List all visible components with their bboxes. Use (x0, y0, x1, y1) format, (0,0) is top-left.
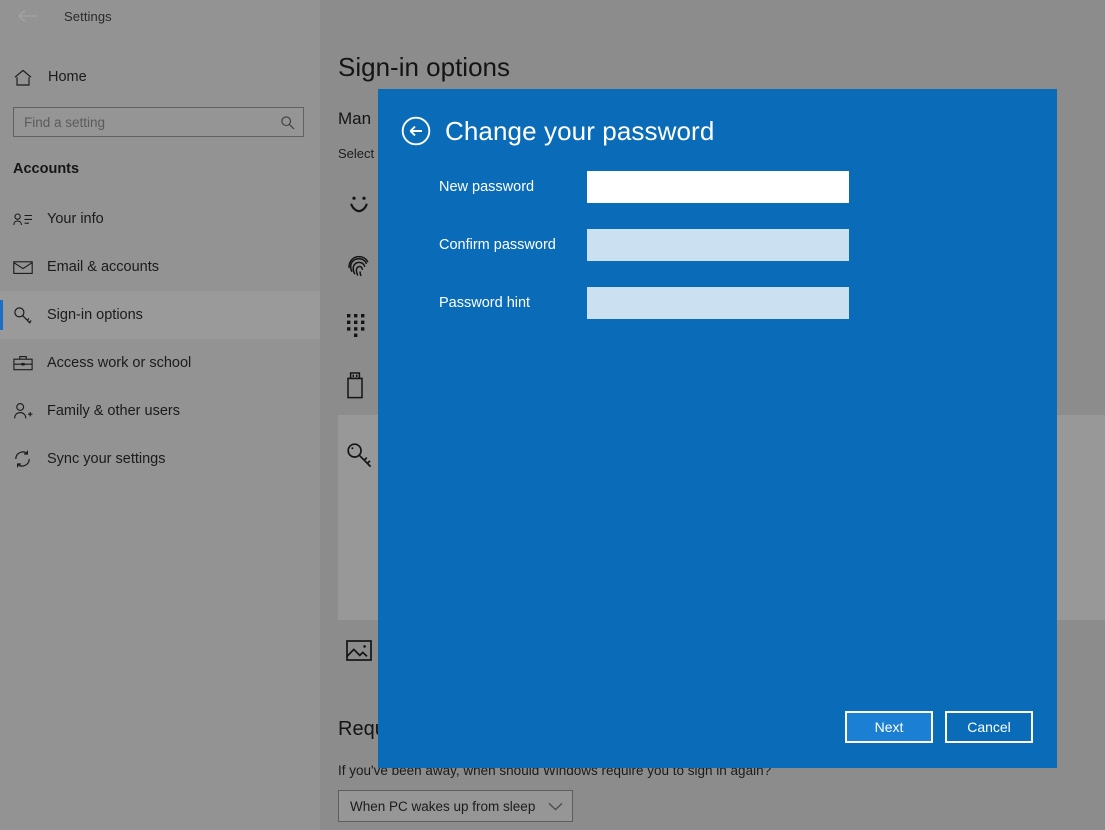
briefcase-icon (13, 355, 47, 371)
dialog-body: New password Confirm password Password h… (378, 147, 1057, 711)
password-hint-input[interactable] (587, 287, 849, 319)
settings-app: Settings Home Find a setting Accounts Yo… (0, 0, 1105, 830)
dialog-header: Change your password (378, 89, 1057, 147)
search-input[interactable] (24, 114, 280, 130)
confirm-password-row: Confirm password (378, 229, 1057, 261)
sidebar-item-home[interactable]: Home (0, 57, 320, 97)
sidebar-item-label: Your info (47, 211, 104, 227)
sidebar-item-label: Email & accounts (47, 259, 160, 275)
dialog-footer: Next Cancel (378, 711, 1057, 768)
sidebar-item-your-info[interactable]: Your info (0, 195, 320, 243)
password-hint-row: Password hint (378, 287, 1057, 319)
window-title: Settings (64, 8, 112, 24)
person-add-icon (13, 402, 47, 420)
contact-card-icon (13, 212, 47, 227)
search-icon (280, 115, 295, 130)
sidebar-item-sign-in-options[interactable]: Sign-in options (0, 291, 320, 339)
require-sign-in-dropdown[interactable]: When PC wakes up from sleep (338, 790, 573, 822)
next-button[interactable]: Next (845, 711, 933, 743)
chevron-down-icon (548, 802, 563, 811)
new-password-label: New password (439, 179, 535, 195)
envelope-icon (13, 260, 47, 275)
home-icon (14, 69, 44, 86)
key-icon (13, 306, 47, 325)
page-title: Sign-in options (338, 52, 510, 82)
sidebar-item-family-other-users[interactable]: Family & other users (0, 387, 320, 435)
sidebar-item-label: Sign-in options (47, 307, 143, 323)
navigation-pane: Settings Home Find a setting Accounts Yo… (0, 0, 320, 830)
sync-icon (13, 450, 47, 468)
sidebar-item-label: Family & other users (47, 403, 180, 419)
sidebar-item-email-accounts[interactable]: Email & accounts (0, 243, 320, 291)
change-password-dialog: Change your password New password Confir… (378, 89, 1057, 768)
sidebar-nav-list: Your info Email & accounts Sign-in optio… (0, 195, 320, 483)
confirm-password-label: Confirm password (439, 237, 556, 253)
sidebar-item-label: Access work or school (47, 355, 192, 371)
sidebar-item-access-work-school[interactable]: Access work or school (0, 339, 320, 387)
sidebar-item-sync-your-settings[interactable]: Sync your settings (0, 435, 320, 483)
new-password-row: New password (378, 171, 1057, 203)
title-bar: Settings (0, 0, 320, 32)
cancel-button[interactable]: Cancel (945, 711, 1033, 743)
back-arrow-icon[interactable] (8, 1, 48, 31)
confirm-password-input[interactable] (587, 229, 849, 261)
dropdown-selected-value: When PC wakes up from sleep (350, 798, 536, 814)
sidebar-section-title: Accounts (13, 161, 80, 177)
sidebar-item-label: Sync your settings (47, 451, 166, 467)
new-password-input[interactable] (587, 171, 849, 203)
dialog-title: Change your password (445, 115, 715, 146)
circle-back-arrow-icon[interactable] (400, 115, 432, 147)
search-box[interactable] (13, 107, 304, 137)
password-hint-label: Password hint (439, 295, 531, 311)
sidebar-home-label: Home (48, 69, 87, 85)
